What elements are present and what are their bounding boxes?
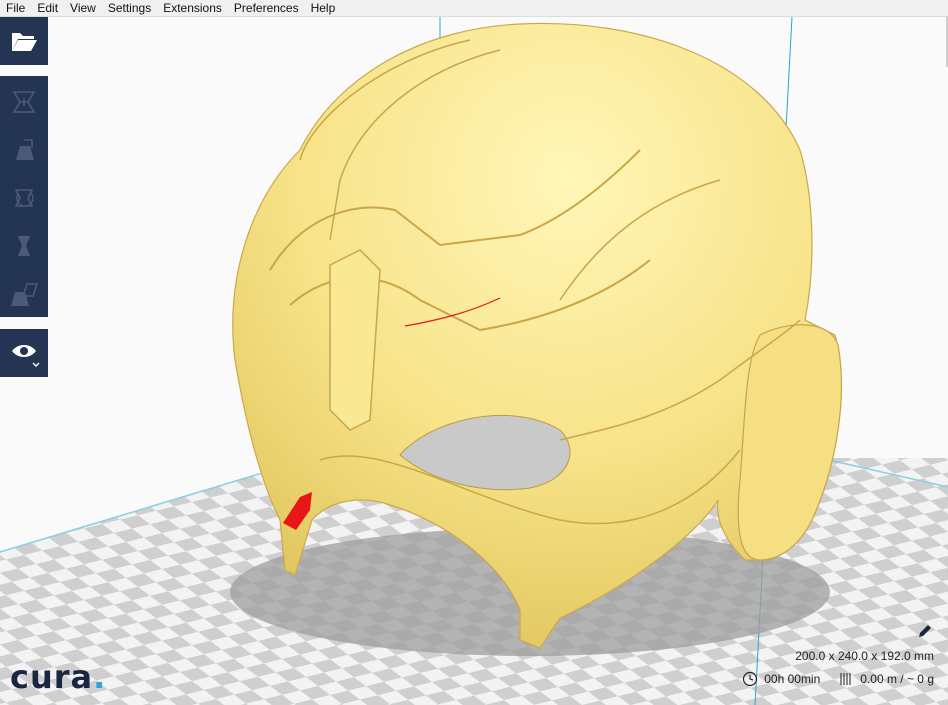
- menu-preferences[interactable]: Preferences: [228, 0, 305, 16]
- rotate-tool-icon: [14, 189, 34, 207]
- menu-extensions[interactable]: Extensions: [157, 0, 228, 16]
- print-time: 00h 00min: [764, 672, 821, 686]
- mirror-tool-button[interactable]: [0, 222, 48, 270]
- per-model-settings-icon: [11, 283, 39, 306]
- material-usage: 0.00 m / ~ 0 g: [860, 672, 934, 686]
- 3d-viewport[interactable]: [0, 17, 948, 705]
- print-estimate: 00h 00min 0.00 m / ~ 0 g: [742, 671, 934, 687]
- translate-tool-button[interactable]: [0, 78, 48, 126]
- folder-open-icon: [0, 17, 48, 65]
- per-model-settings-button[interactable]: [0, 270, 48, 318]
- logo-text: cura: [10, 658, 94, 696]
- translate-tool-icon: [12, 91, 36, 113]
- scene: [0, 17, 948, 705]
- menu-edit[interactable]: Edit: [31, 0, 64, 16]
- mirror-tool-icon: [18, 236, 30, 256]
- view-mode-button[interactable]: [0, 329, 48, 377]
- scale-tool-icon: [16, 139, 34, 160]
- tool-panel: [0, 76, 48, 317]
- cura-logo: cura.: [10, 657, 106, 697]
- clock-icon: [743, 671, 758, 687]
- menu-bar: File Edit View Settings Extensions Prefe…: [0, 0, 948, 17]
- model-dimensions: 200.0 x 240.0 x 192.0 mm: [795, 649, 934, 663]
- menu-file[interactable]: File: [0, 0, 31, 16]
- eye-icon: [0, 329, 48, 377]
- menu-settings[interactable]: Settings: [102, 0, 157, 16]
- menu-help[interactable]: Help: [305, 0, 342, 16]
- filament-spool-icon: [840, 673, 851, 685]
- open-file-button[interactable]: [0, 17, 48, 65]
- logo-dot: .: [93, 658, 107, 696]
- menu-view[interactable]: View: [64, 0, 102, 16]
- scale-tool-button[interactable]: [0, 126, 48, 174]
- rotate-tool-button[interactable]: [0, 174, 48, 222]
- pencil-icon[interactable]: [916, 622, 934, 645]
